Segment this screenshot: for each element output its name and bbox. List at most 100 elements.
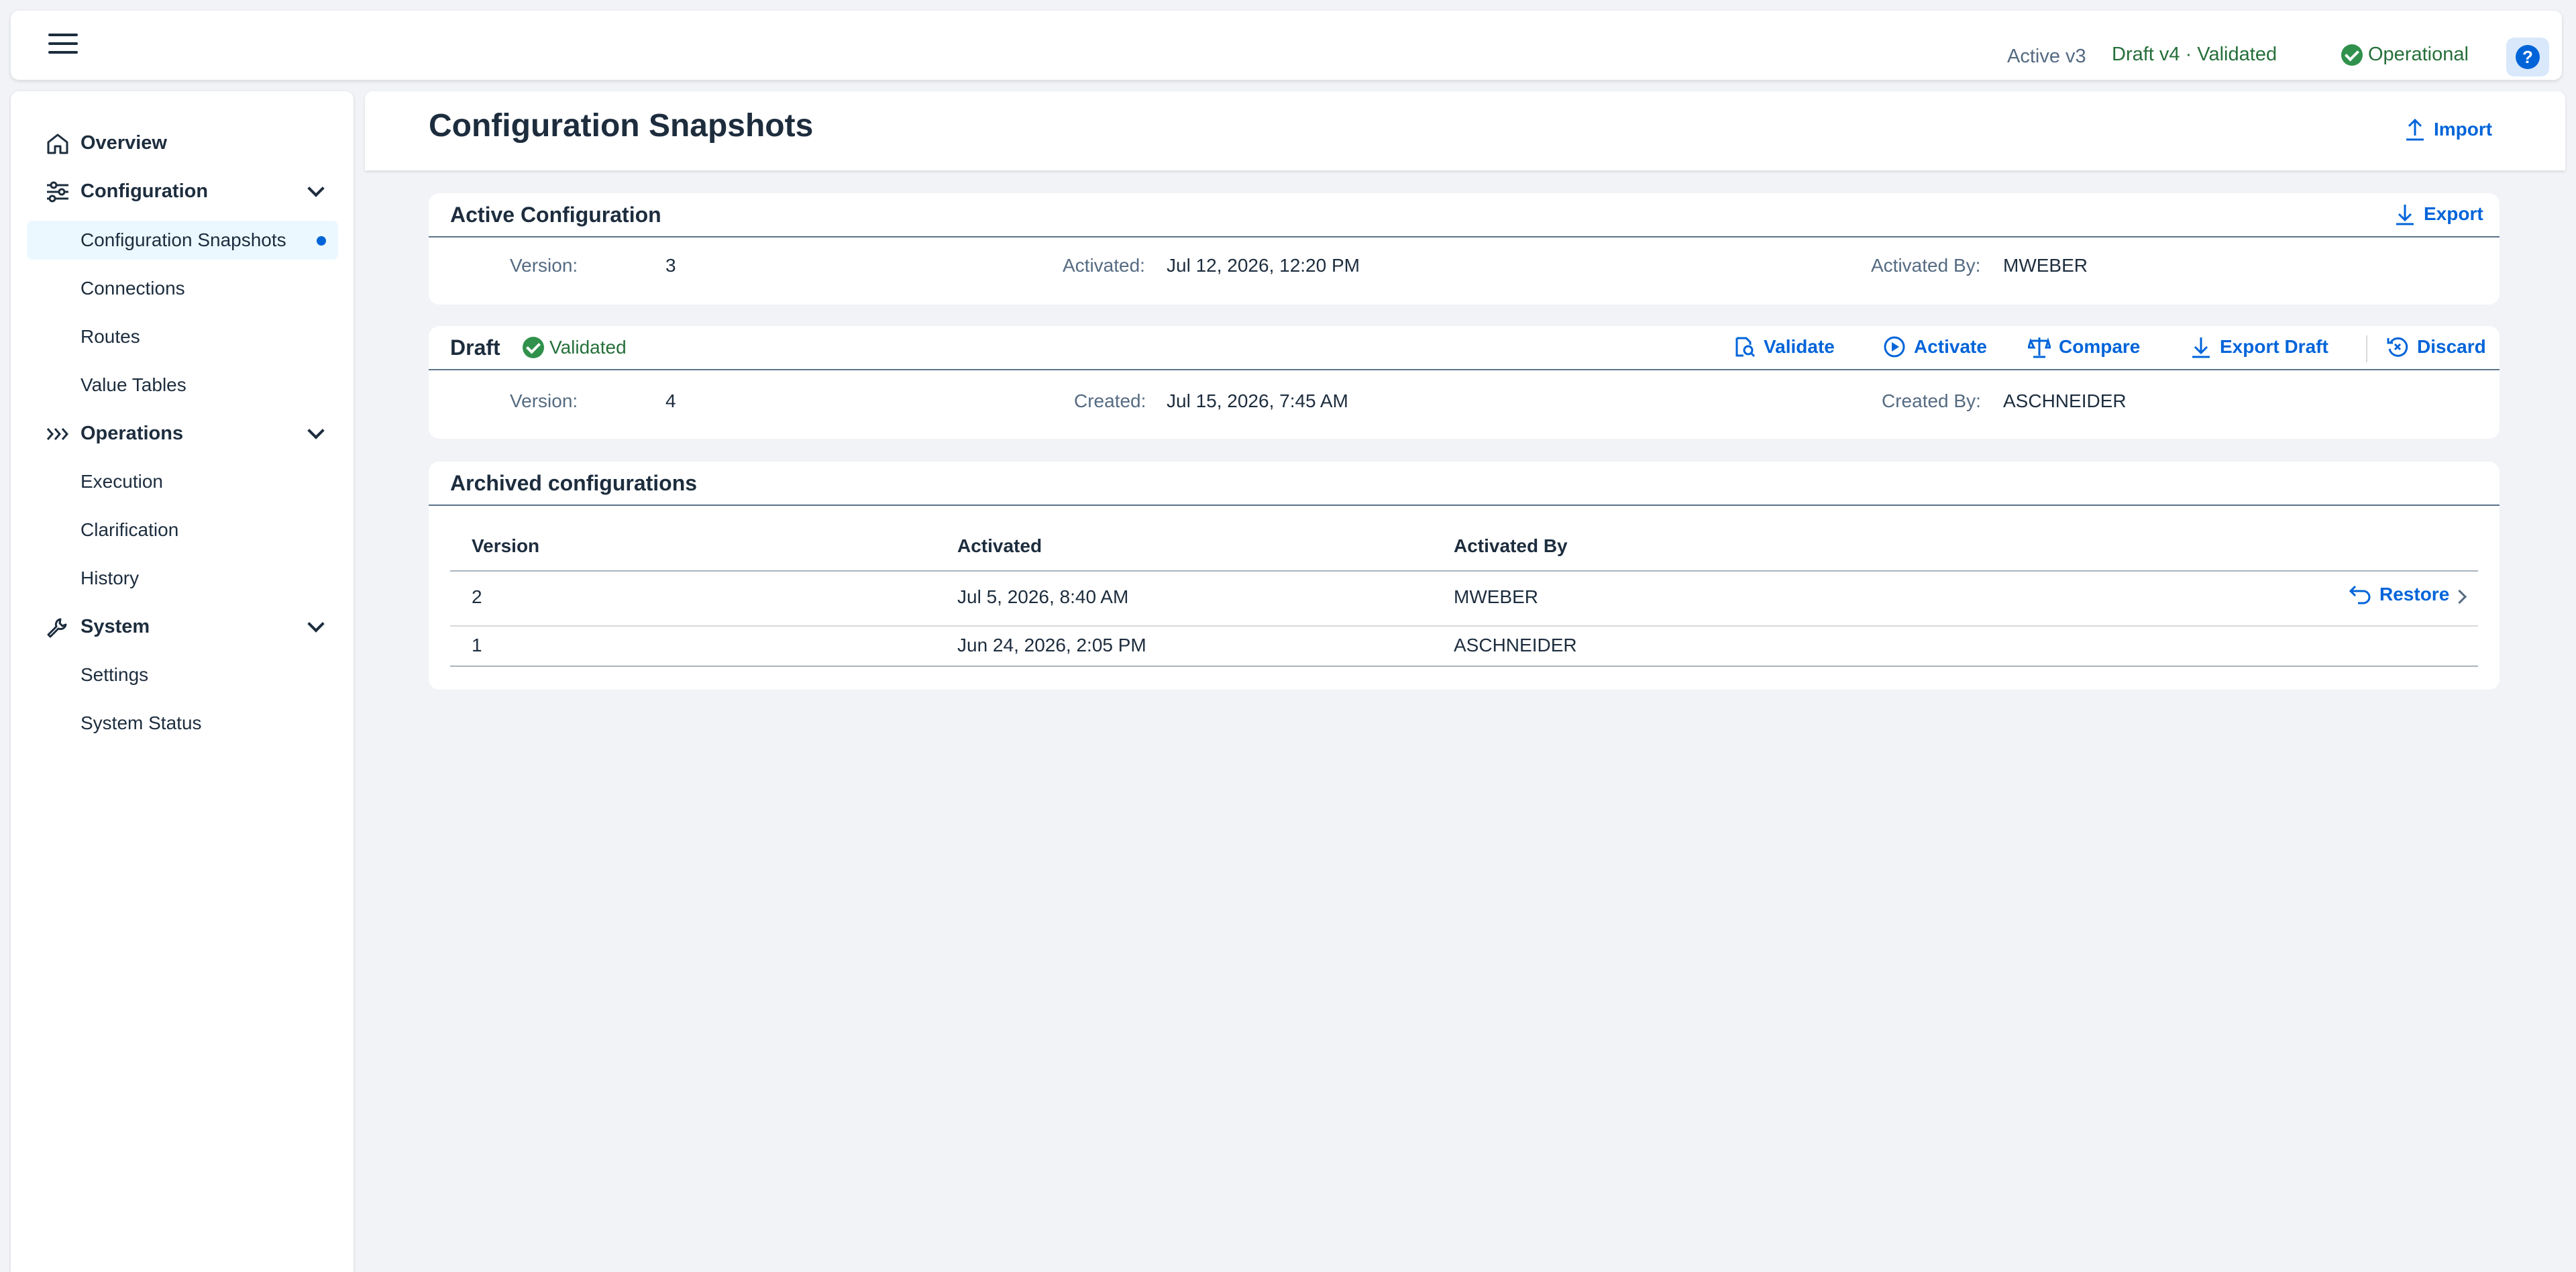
export-button[interactable]: Export — [2394, 203, 2483, 225]
chevron-down-icon[interactable] — [307, 615, 325, 633]
version-value: 4 — [665, 390, 676, 411]
table-bottom-border — [450, 666, 2478, 667]
home-icon — [47, 134, 68, 154]
sidebar-item-execution[interactable]: Execution — [27, 462, 338, 501]
version-label: Version: — [510, 390, 578, 411]
upload-icon — [2406, 118, 2424, 141]
sidebar-item-label: Configuration Snapshots — [80, 229, 286, 250]
export-draft-label: Export Draft — [2220, 336, 2328, 357]
hamburger-menu-icon[interactable] — [48, 34, 78, 58]
check-circle-icon — [523, 337, 544, 358]
activated-value: Jul 12, 2026, 12:20 PM — [1167, 255, 1360, 276]
activated-label: Activated: — [1063, 255, 1145, 276]
row-activated: Jun 24, 2026, 2:05 PM — [957, 635, 1146, 655]
row-activated-by: MWEBER — [1454, 586, 1538, 607]
column-header-activated[interactable]: Activated — [957, 535, 1042, 557]
archived-configurations-card: Archived configurations Version Activate… — [429, 462, 2500, 690]
sidebar-item-configuration[interactable]: Configuration — [27, 172, 338, 211]
draft-header: Draft Validated Validate Activate Compar… — [429, 326, 2500, 370]
download-icon — [2192, 337, 2210, 358]
sidebar-item-label: Execution — [80, 471, 163, 492]
sidebar-item-configuration-snapshots[interactable]: Configuration Snapshots — [27, 221, 338, 260]
sidebar-item-system[interactable]: System — [27, 607, 338, 646]
help-icon: ? — [2516, 45, 2540, 69]
help-button[interactable]: ? — [2506, 38, 2549, 76]
activate-label: Activate — [1914, 336, 1987, 357]
row-version: 1 — [472, 635, 482, 655]
export-label: Export — [2424, 203, 2483, 224]
discard-icon — [2387, 337, 2408, 357]
wrench-icon — [47, 618, 67, 638]
import-button[interactable]: Import — [2404, 118, 2492, 141]
column-header-activated-by[interactable]: Activated By — [1454, 535, 1568, 557]
sidebar-item-value-tables[interactable]: Value Tables — [27, 366, 338, 405]
active-configuration-header: Active Configuration Export — [429, 193, 2500, 237]
validate-button[interactable]: Validate — [1734, 335, 1835, 358]
activated-by-label: Activated By: — [1871, 255, 1981, 276]
table-header-divider — [450, 570, 2478, 572]
validate-label: Validate — [1764, 336, 1835, 357]
created-value: Jul 15, 2026, 7:45 AM — [1167, 390, 1348, 411]
active-version-indicator: Active v3 — [2007, 46, 2086, 67]
balance-scale-icon — [2028, 337, 2051, 358]
check-circle-icon — [2341, 44, 2363, 66]
sidebar-item-clarification[interactable]: Clarification — [27, 511, 338, 549]
row-version: 2 — [472, 586, 482, 607]
activate-button[interactable]: Activate — [1883, 335, 1987, 358]
created-label: Created: — [1074, 390, 1146, 411]
import-label: Import — [2434, 119, 2493, 140]
created-by-label: Created By: — [1882, 390, 1981, 411]
row-activated: Jul 5, 2026, 8:40 AM — [957, 586, 1129, 607]
sidebar-item-label: Value Tables — [80, 374, 186, 395]
row-divider — [450, 625, 2478, 627]
archived-title: Archived configurations — [450, 471, 698, 495]
discard-label: Discard — [2417, 336, 2486, 357]
page-header: Configuration Snapshots Import — [365, 91, 2565, 170]
sidebar-item-label: Connections — [80, 278, 185, 299]
version-label: Version: — [510, 255, 578, 276]
compare-button[interactable]: Compare — [2028, 335, 2140, 358]
download-icon — [2396, 205, 2414, 225]
active-configuration-title: Active Configuration — [450, 203, 661, 227]
sidebar-item-connections[interactable]: Connections — [27, 269, 338, 308]
shell-bar: Active v3 Draft v4 · Validated Operation… — [11, 11, 2562, 80]
system-status-indicator: Operational — [2341, 44, 2469, 66]
column-header-version[interactable]: Version — [472, 535, 539, 557]
draft-title: Draft — [450, 335, 500, 360]
sidebar-item-routes[interactable]: Routes — [27, 317, 338, 356]
sidebar-item-overview[interactable]: Overview — [27, 123, 338, 162]
sidebar-item-label: Routes — [80, 326, 140, 347]
undo-icon — [2349, 585, 2371, 604]
restore-button[interactable]: Restore — [2349, 584, 2449, 605]
chevron-down-icon[interactable] — [307, 422, 325, 439]
sidebar-item-history[interactable]: History — [27, 559, 338, 598]
sidebar-item-label: History — [80, 568, 140, 588]
draft-status-label: Validated — [549, 337, 627, 358]
page-title: Configuration Snapshots — [429, 108, 814, 144]
archived-header: Archived configurations — [429, 462, 2500, 506]
activated-by-value: MWEBER — [2003, 255, 2088, 276]
row-activated-by: ASCHNEIDER — [1454, 635, 1577, 655]
restore-label: Restore — [2379, 584, 2450, 604]
sidebar-item-label: Clarification — [80, 519, 179, 540]
draft-version-indicator: Draft v4 · Validated — [2112, 44, 2277, 65]
main-content: Configuration Snapshots Import Active Co… — [365, 91, 2565, 1272]
active-configuration-card: Active Configuration Export Version: 3 A… — [429, 193, 2500, 305]
chevron-down-icon[interactable] — [307, 180, 325, 197]
sidebar-item-operations[interactable]: Operations — [27, 414, 338, 453]
chevron-right-icon[interactable] — [2452, 589, 2467, 604]
sidebar-item-system-status[interactable]: System Status — [27, 704, 338, 743]
draft-status-badge: Validated — [523, 337, 627, 358]
draft-card: Draft Validated Validate Activate Compar… — [429, 326, 2500, 439]
created-by-value: ASCHNEIDER — [2003, 390, 2127, 411]
export-draft-button[interactable]: Export Draft — [2190, 335, 2328, 358]
validate-search-icon — [1735, 337, 1756, 358]
play-circle-icon — [1884, 336, 1905, 358]
system-status-label: Operational — [2368, 44, 2469, 65]
discard-button[interactable]: Discard — [2386, 335, 2486, 358]
sliders-icon — [47, 181, 68, 203]
compare-label: Compare — [2059, 336, 2141, 357]
selected-indicator-dot — [317, 236, 326, 246]
version-value: 3 — [665, 255, 676, 276]
sidebar-item-settings[interactable]: Settings — [27, 655, 338, 694]
